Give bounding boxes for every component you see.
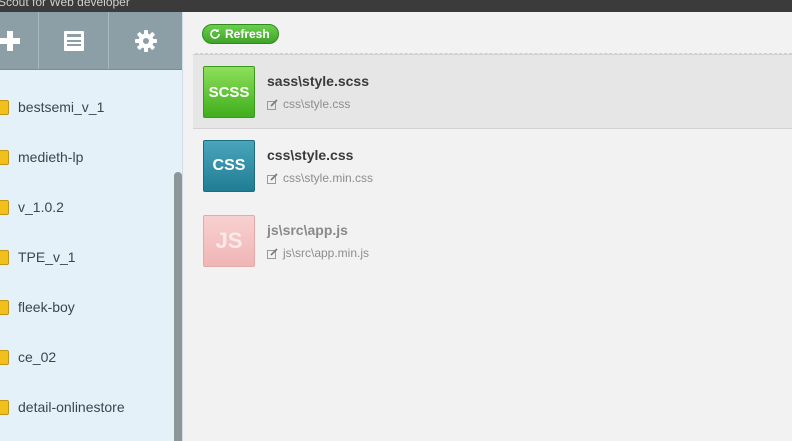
gear-icon: [134, 29, 157, 52]
project-label: v_1.0.2: [18, 199, 64, 215]
file-item-js[interactable]: JS js\src\app.js js\src\app.min.js: [193, 204, 792, 279]
project-item-detail-onlinestore[interactable]: detail-onlinestore: [0, 382, 176, 432]
output-path-label: css\style.css: [283, 97, 351, 111]
file-name: js\src\app.js: [267, 222, 348, 238]
document-icon: [63, 30, 84, 51]
plus-icon: [0, 30, 20, 51]
folder-icon: [0, 299, 9, 315]
refresh-button[interactable]: Refresh: [202, 24, 279, 44]
js-badge: JS: [203, 215, 255, 267]
project-item-v-1-0-2[interactable]: v_1.0.2: [0, 182, 176, 232]
project-label: ce_02: [18, 349, 57, 365]
refresh-label: Refresh: [225, 27, 270, 41]
project-label: bestsemi_v_1: [18, 99, 105, 115]
folder-icon: [0, 249, 9, 265]
sidebar: bestsemi_v_1 medieth-lp v_1.0.2 TPE_v_1 …: [0, 12, 183, 441]
edit-icon: [267, 98, 278, 110]
output-path-label: js\src\app.min.js: [283, 246, 370, 260]
file-item-scss[interactable]: SCSS sass\style.scss css\style.css: [193, 54, 792, 129]
window-title: Scout for Web developer: [0, 0, 130, 9]
scss-badge: SCSS: [203, 66, 255, 118]
output-path[interactable]: js\src\app.min.js: [267, 246, 369, 260]
output-path[interactable]: css\style.min.css: [267, 171, 373, 185]
project-label: fleek-boy: [18, 299, 75, 315]
main-panel: Refresh SCSS sass\style.scss css\style.c…: [183, 12, 792, 441]
edit-icon: [267, 247, 278, 259]
folder-icon: [0, 199, 9, 215]
window-titlebar: Scout for Web developer: [0, 0, 792, 12]
file-name: sass\style.scss: [267, 73, 369, 89]
sidebar-scrollbar-thumb[interactable]: [174, 172, 182, 441]
folder-icon: [0, 99, 9, 115]
file-name: css\style.css: [267, 147, 354, 163]
add-project-button[interactable]: [0, 12, 39, 69]
log-button[interactable]: [39, 12, 109, 69]
project-label: TPE_v_1: [18, 249, 76, 265]
output-path[interactable]: css\style.css: [267, 97, 350, 111]
project-label: detail-onlinestore: [18, 399, 125, 415]
edit-icon: [267, 172, 278, 184]
folder-icon: [0, 399, 9, 415]
project-item-ce-02[interactable]: ce_02: [0, 332, 176, 382]
project-list: bestsemi_v_1 medieth-lp v_1.0.2 TPE_v_1 …: [0, 82, 176, 432]
project-label: medieth-lp: [18, 149, 84, 165]
folder-icon: [0, 149, 9, 165]
sidebar-toolbar: [0, 12, 182, 70]
output-path-label: css\style.min.css: [283, 171, 374, 185]
refresh-icon: [210, 28, 220, 39]
project-item-bestsemi[interactable]: bestsemi_v_1: [0, 82, 176, 132]
project-item-tpe-v-1[interactable]: TPE_v_1: [0, 232, 176, 282]
project-item-medieth-lp[interactable]: medieth-lp: [0, 132, 176, 182]
settings-button[interactable]: [109, 12, 182, 69]
project-item-fleek-boy[interactable]: fleek-boy: [0, 282, 176, 332]
css-badge: CSS: [203, 140, 255, 192]
file-item-css[interactable]: CSS css\style.css css\style.min.css: [193, 129, 792, 204]
folder-icon: [0, 349, 9, 365]
